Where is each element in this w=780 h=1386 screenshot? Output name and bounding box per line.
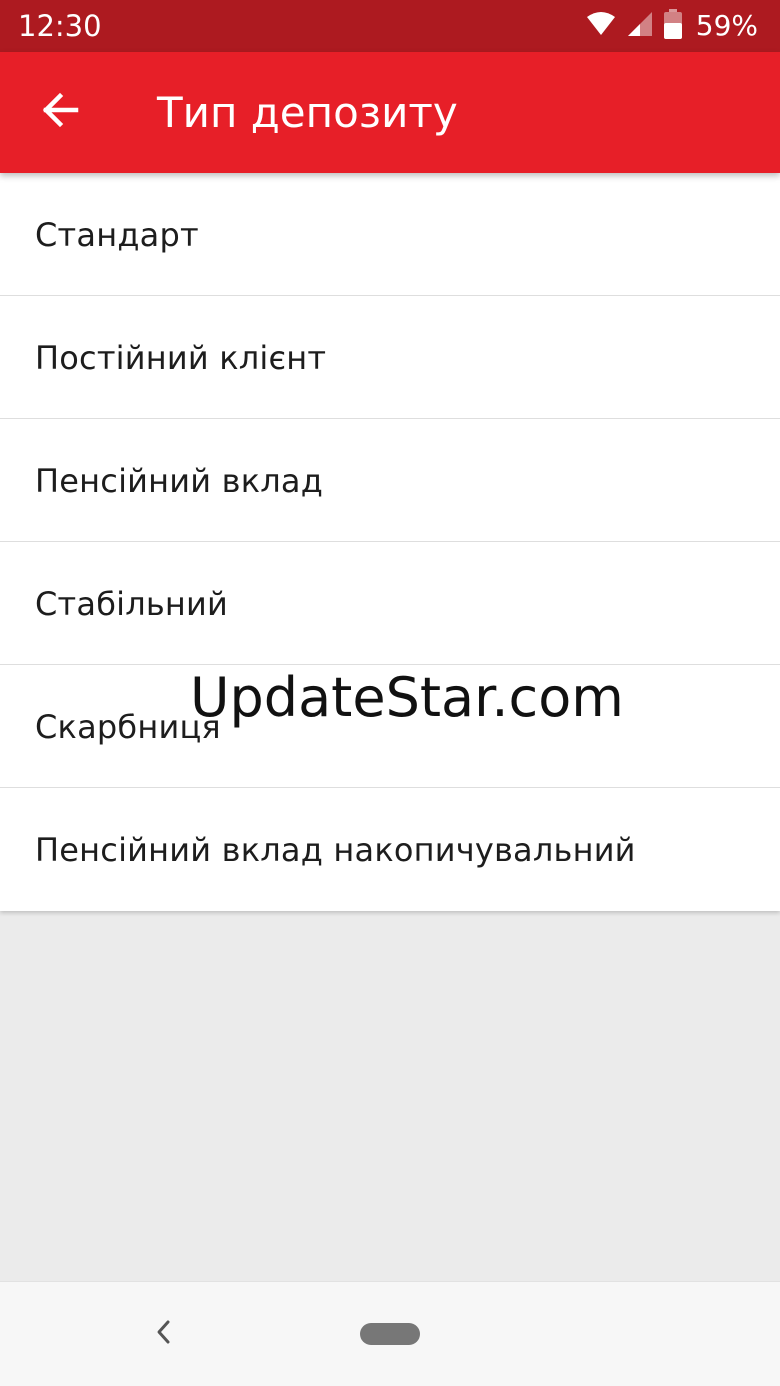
list-item-pension-deposit[interactable]: Пенсійний вклад	[0, 419, 780, 542]
list-item-stable[interactable]: Стабільний	[0, 542, 780, 665]
list-item-label: Скарбниця	[35, 707, 221, 746]
list-item-label: Стабільний	[35, 584, 229, 623]
app-bar: Тип депозиту	[0, 52, 780, 173]
page-title: Тип депозиту	[157, 88, 458, 137]
status-icons: 59%	[586, 9, 758, 43]
status-time: 12:30	[18, 9, 102, 43]
arrow-back-icon	[40, 90, 80, 134]
screen: 12:30 59% Тип депозиту Стандарт Постійни…	[0, 0, 780, 1386]
deposit-type-list: Стандарт Постійний клієнт Пенсійний вкла…	[0, 173, 780, 911]
list-item-regular-client[interactable]: Постійний клієнт	[0, 296, 780, 419]
chevron-left-icon	[153, 1318, 173, 1350]
system-navigation-bar	[0, 1281, 780, 1386]
status-bar: 12:30 59%	[0, 0, 780, 52]
list-item-pension-accumulative[interactable]: Пенсійний вклад накопичувальний	[0, 788, 780, 911]
home-pill-icon[interactable]	[360, 1323, 420, 1345]
cell-signal-icon	[626, 10, 654, 42]
list-item-treasury[interactable]: Скарбниця	[0, 665, 780, 788]
back-button[interactable]	[22, 74, 98, 150]
wifi-icon	[586, 11, 616, 41]
list-item-standard[interactable]: Стандарт	[0, 173, 780, 296]
list-item-label: Стандарт	[35, 215, 199, 254]
nav-back-button[interactable]	[140, 1304, 186, 1364]
battery-percent: 59%	[695, 9, 758, 42]
list-item-label: Пенсійний вклад накопичувальний	[35, 830, 636, 869]
list-item-label: Пенсійний вклад	[35, 461, 324, 500]
battery-icon	[663, 9, 682, 43]
list-item-label: Постійний клієнт	[35, 338, 327, 377]
